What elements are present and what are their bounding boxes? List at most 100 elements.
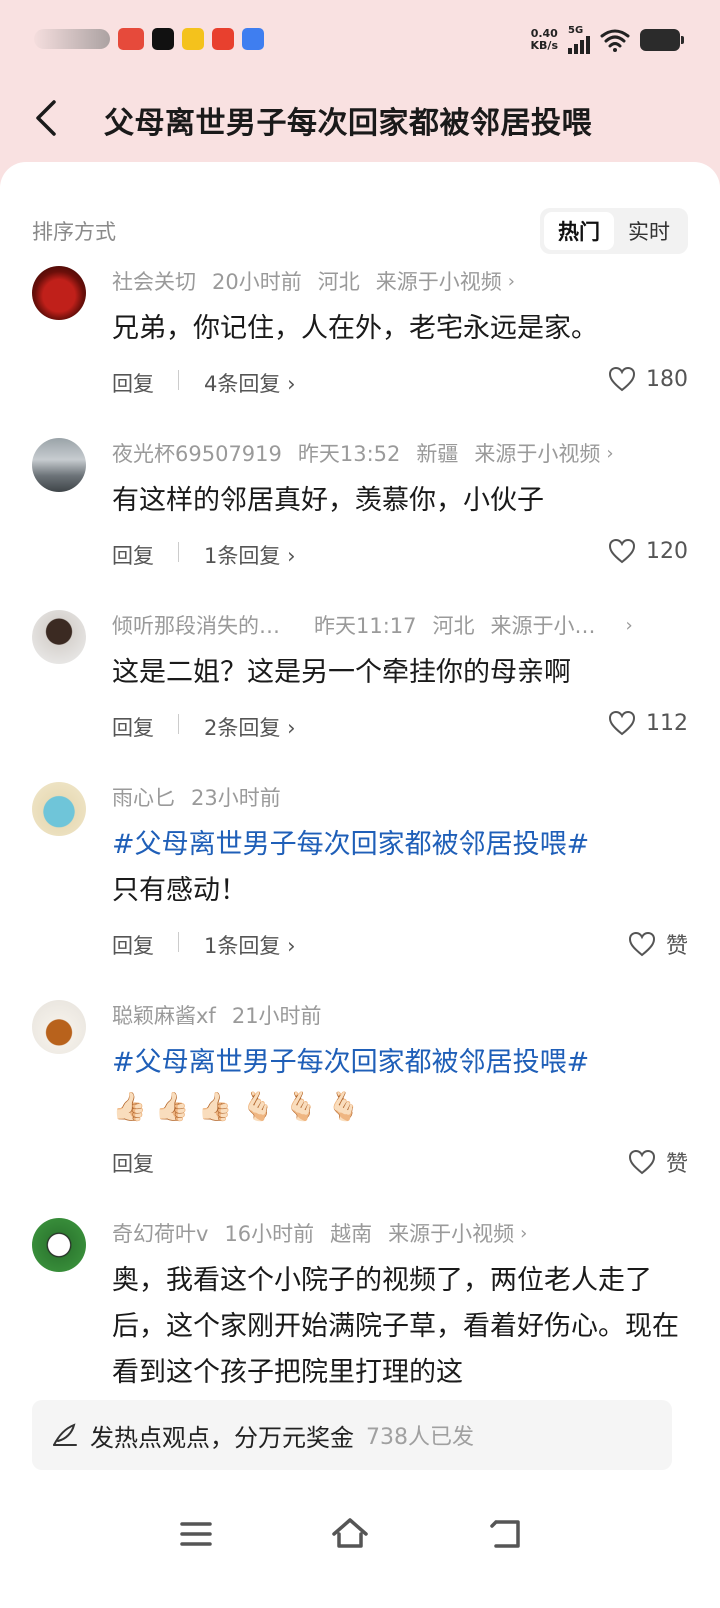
comment-region: 越南 (330, 1222, 373, 1246)
chevron-right-icon: › (625, 614, 633, 636)
net-speed-unit: KB/s (530, 39, 558, 52)
comment-region: 新疆 (416, 442, 459, 466)
menu-icon[interactable] (172, 1510, 220, 1558)
chevron-right-icon: › (520, 1222, 528, 1244)
avatar[interactable] (32, 610, 86, 664)
heart-icon (608, 538, 636, 564)
wifi-icon (600, 29, 630, 52)
reply-button[interactable]: 回复 (112, 930, 154, 960)
signal-group: 5G (568, 26, 590, 54)
comment-time: 21小时前 (231, 1004, 322, 1028)
comment-user[interactable]: 夜光杯69507919 (112, 438, 282, 468)
comment-user[interactable]: 社会关切 (112, 266, 196, 296)
like-button[interactable]: 120 (608, 538, 688, 564)
comment-source[interactable]: 来源于小视频 (474, 438, 600, 468)
pen-icon (53, 1423, 77, 1446)
comment-actions: 回复 1条回复 › 赞 (112, 928, 688, 962)
comment-body: #父母离世男子每次回家都被邻居投喂# (112, 1040, 682, 1086)
finger-heart-emoji: 🫰🏻 (326, 1090, 362, 1123)
post-prompt: 发热点观点，分万元奖金 (90, 1423, 354, 1452)
signal-label: 5G (568, 25, 584, 36)
replies-link[interactable]: 4条回复 › (204, 368, 295, 398)
comment-time: 23小时前 (191, 786, 281, 810)
replies-count: 1条回复 (204, 544, 281, 568)
like-button[interactable]: 180 (608, 366, 688, 392)
page-header: 父母离世男子每次回家都被邻居投喂 (0, 84, 720, 164)
toutiao-icon (118, 28, 144, 50)
comment-region: 河北 (317, 270, 360, 294)
comment-meta: 雨心匕 23小时前 (112, 782, 281, 812)
replies-link[interactable]: 1条回复 › (204, 540, 295, 570)
signal-bars-icon (568, 36, 590, 54)
sort-label: 排序方式 (32, 220, 116, 244)
finger-heart-emoji: 🫰🏻 (240, 1090, 276, 1123)
post-opinion-bar[interactable]: 发热点观点，分万元奖金 738人已发 (32, 1400, 672, 1470)
replies-count: 1条回复 (204, 934, 281, 958)
comment-body: #父母离世男子每次回家都被邻居投喂# 只有感动！ (112, 822, 682, 914)
sort-toggle: 热门 实时 (540, 208, 688, 254)
heart-icon (608, 366, 636, 392)
finger-heart-emoji: 🫰🏻 (283, 1090, 319, 1123)
thumbs-up-emoji: 👍🏻 (154, 1090, 190, 1123)
sort-option-hot[interactable]: 热门 (544, 212, 614, 250)
comment-source[interactable]: 来源于小… (491, 610, 596, 640)
back-icon[interactable] (482, 1510, 530, 1558)
status-bar: 0.40 KB/s 5G (0, 0, 720, 84)
blurred-notification (34, 29, 110, 49)
chevron-right-icon: › (606, 442, 614, 464)
chevron-right-icon: › (287, 716, 296, 740)
heart-icon (608, 710, 636, 736)
like-count: 120 (646, 538, 688, 564)
reply-button[interactable]: 回复 (112, 368, 154, 398)
reply-button[interactable]: 回复 (112, 540, 154, 570)
replies-link[interactable]: 2条回复 › (204, 712, 295, 742)
like-button[interactable]: 112 (608, 710, 688, 736)
reply-button[interactable]: 回复 (112, 712, 154, 742)
comment-user[interactable]: 聪颖麻酱xf (112, 1000, 216, 1030)
chevron-right-icon: › (507, 270, 515, 292)
comment-source[interactable]: 来源于小视频 (376, 266, 502, 296)
comment-meta: 聪颖麻酱xf 21小时前 (112, 1000, 322, 1030)
like-label: 赞 (665, 1152, 688, 1177)
like-button[interactable]: 赞 (628, 1146, 688, 1178)
avatar[interactable] (32, 438, 86, 492)
comment-user[interactable]: 奇幻荷叶v (112, 1218, 208, 1248)
chevron-right-icon: › (287, 934, 296, 958)
status-left (34, 28, 264, 50)
like-button[interactable]: 赞 (628, 928, 688, 960)
comment-body: 这是二姐？这是另一个牵挂你的母亲啊 (112, 657, 571, 688)
home-icon[interactable] (326, 1510, 374, 1558)
comment-source[interactable]: 来源于小视频 (388, 1218, 514, 1248)
comment-user[interactable]: 倾听那段消失的… (112, 610, 280, 640)
avatar[interactable] (32, 1000, 86, 1054)
comment-time: 20小时前 (212, 270, 302, 294)
comment-meta: 社会关切 20小时前 河北 来源于小视频 › (112, 266, 515, 296)
status-right: 0.40 KB/s 5G (530, 26, 684, 54)
system-nav-bar (0, 1488, 720, 1608)
avatar[interactable] (32, 782, 86, 836)
comment-text: 只有感动！ (112, 875, 247, 906)
blue-app-icon (242, 28, 264, 50)
divider (178, 542, 179, 562)
replies-link[interactable]: 1条回复 › (204, 930, 295, 960)
sort-option-latest[interactable]: 实时 (614, 212, 684, 250)
battery-icon (640, 29, 684, 51)
comment-user[interactable]: 雨心匕 (112, 782, 175, 812)
avatar[interactable] (32, 1218, 86, 1272)
reply-button[interactable]: 回复 (112, 1148, 154, 1178)
taobao-icon (212, 28, 234, 50)
comment-meta: 倾听那段消失的… 昨天11:17 河北 来源于小… › (112, 610, 672, 640)
topic-link[interactable]: #父母离世男子每次回家都被邻居投喂# (112, 822, 682, 868)
comment-time: 昨天13:52 (297, 442, 401, 466)
divider (178, 932, 179, 952)
yellow-app-icon (182, 28, 204, 50)
divider (178, 714, 179, 734)
replies-count: 4条回复 (204, 372, 281, 396)
avatar[interactable] (32, 266, 86, 320)
sort-row: 排序方式 热门 实时 (32, 208, 688, 254)
comment-meta: 奇幻荷叶v 16小时前 越南 来源于小视频 › (112, 1218, 527, 1248)
topic-link[interactable]: #父母离世男子每次回家都被邻居投喂# (112, 1040, 682, 1086)
heart-icon (628, 931, 655, 957)
chevron-left-icon[interactable] (28, 96, 68, 140)
emoji-row: 👍🏻 👍🏻 👍🏻 🫰🏻 🫰🏻 🫰🏻 (112, 1090, 361, 1123)
